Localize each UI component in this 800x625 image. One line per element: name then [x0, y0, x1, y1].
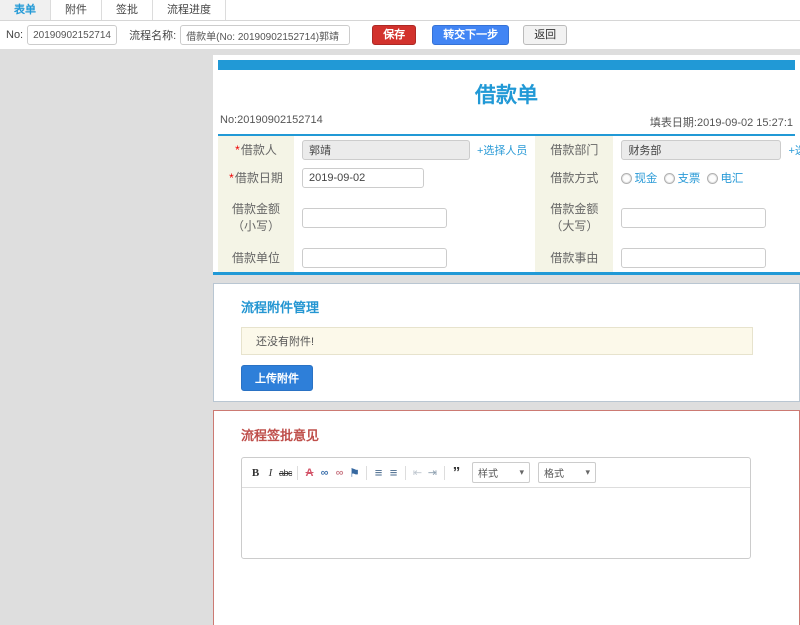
loan-date-input[interactable]	[302, 168, 424, 188]
tab-signoff[interactable]: 签批	[102, 0, 153, 20]
radio-icon	[621, 172, 633, 184]
attachment-heading: 流程附件管理	[241, 300, 320, 315]
radio-icon	[707, 172, 719, 184]
no-label: No:	[6, 29, 24, 41]
forward-next-step-button[interactable]: 转交下一步	[432, 25, 510, 45]
amount-small-label: 借款金额（小写）	[218, 192, 294, 244]
no-attachment-alert: 还没有附件!	[241, 327, 753, 355]
required-mark: *	[235, 142, 240, 157]
form-table: *借款人 +选择人员 借款部门 +选择部门 *借款日期	[218, 136, 800, 272]
radio-icon	[664, 172, 676, 184]
bold-icon[interactable]: B	[248, 465, 263, 481]
editor-content-area[interactable]	[242, 488, 750, 558]
loan-method-label: 借款方式	[535, 164, 614, 192]
form-date-text: 填表日期:2019-09-02 15:27:1	[649, 117, 793, 129]
select-person-link[interactable]: +选择人员	[477, 142, 527, 158]
tab-flow-progress[interactable]: 流程进度	[153, 0, 226, 20]
tab-form[interactable]: 表单	[0, 0, 51, 20]
toolbar-separator	[405, 465, 406, 480]
toolbar-separator	[444, 465, 445, 480]
main-column: 借款单 No:20190902152714 填表日期:2019-09-02 15…	[213, 49, 800, 625]
department-cell: +选择部门	[613, 136, 800, 164]
method-wire-radio[interactable]: 电汇	[707, 170, 743, 186]
form-top-bar	[218, 60, 795, 70]
form-title: 借款单	[475, 84, 538, 107]
bullet-list-icon[interactable]: ≡	[386, 465, 401, 481]
tab-bar: 表单 附件 签批 流程进度	[0, 0, 800, 21]
chevron-down-icon: ▾	[585, 467, 590, 477]
form-no-text: No:20190902152714	[220, 114, 323, 126]
method-cheque-radio[interactable]: 支票	[664, 170, 700, 186]
upload-attachment-button[interactable]: 上传附件	[241, 365, 313, 391]
outdent-icon[interactable]: ⇤	[410, 465, 425, 481]
loan-reason-cell	[613, 244, 800, 272]
unlink-icon[interactable]: ∞	[332, 465, 347, 481]
tab-attachments[interactable]: 附件	[51, 0, 102, 20]
borrower-cell: +选择人员	[294, 136, 535, 164]
loan-reason-input[interactable]	[621, 248, 767, 268]
signoff-panel: 流程签批意见 B I abc A ∞ ∞ ⚑ ≡ ≡ ⇤ ⇥ ” 样式 ▾ 格式…	[213, 410, 800, 625]
flow-name-input[interactable]	[180, 25, 351, 45]
borrower-label: *借款人	[218, 136, 294, 164]
loan-date-cell	[294, 164, 535, 192]
loan-unit-cell	[294, 244, 535, 272]
amount-big-cell	[613, 192, 800, 244]
toolbar-separator	[366, 465, 367, 480]
loan-method-cell: 现金 支票 电汇	[613, 164, 800, 192]
chevron-down-icon: ▾	[519, 467, 524, 477]
department-label: 借款部门	[535, 136, 614, 164]
amount-big-input[interactable]	[621, 208, 767, 228]
indent-icon[interactable]: ⇥	[425, 465, 440, 481]
required-mark: *	[229, 170, 234, 185]
richtext-editor: B I abc A ∞ ∞ ⚑ ≡ ≡ ⇤ ⇥ ” 样式 ▾ 格式 ▾	[241, 457, 751, 559]
loan-form-panel: 借款单 No:20190902152714 填表日期:2019-09-02 15…	[213, 55, 800, 275]
amount-small-cell	[294, 192, 535, 244]
toolbar: No: 流程名称: 保存 转交下一步 返回	[0, 21, 800, 50]
remove-format-icon[interactable]: A	[302, 465, 317, 481]
italic-icon[interactable]: I	[263, 465, 278, 481]
loan-unit-input[interactable]	[302, 248, 447, 268]
amount-big-label: 借款金额（大写）	[535, 192, 614, 244]
attachment-panel: 流程附件管理 还没有附件! 上传附件	[213, 283, 800, 402]
link-icon[interactable]: ∞	[317, 465, 332, 481]
blockquote-icon[interactable]: ”	[449, 465, 464, 480]
numbered-list-icon[interactable]: ≡	[371, 465, 386, 481]
department-input[interactable]	[621, 140, 782, 160]
form-meta-row: No:20190902152714 填表日期:2019-09-02 15:27:…	[218, 114, 795, 136]
method-cash-radio[interactable]: 现金	[621, 170, 657, 186]
borrower-input[interactable]	[302, 140, 470, 160]
save-button[interactable]: 保存	[372, 25, 417, 45]
flow-name-label: 流程名称:	[129, 30, 177, 42]
loan-date-label: *借款日期	[218, 164, 294, 192]
signoff-heading: 流程签批意见	[241, 428, 320, 443]
select-department-link[interactable]: +选择部门	[788, 142, 800, 158]
page-background: 借款单 No:20190902152714 填表日期:2019-09-02 15…	[0, 49, 800, 625]
style-dropdown[interactable]: 样式 ▾	[472, 462, 530, 483]
loan-unit-label: 借款单位	[218, 244, 294, 272]
toolbar-separator	[297, 465, 298, 480]
strikethrough-icon[interactable]: abc	[278, 465, 293, 481]
amount-small-input[interactable]	[302, 208, 447, 228]
editor-toolbar: B I abc A ∞ ∞ ⚑ ≡ ≡ ⇤ ⇥ ” 样式 ▾ 格式 ▾	[242, 458, 750, 488]
no-input[interactable]	[27, 25, 118, 45]
loan-reason-label: 借款事由	[535, 244, 614, 272]
back-button[interactable]: 返回	[523, 25, 568, 45]
flag-icon[interactable]: ⚑	[347, 465, 362, 481]
format-dropdown[interactable]: 格式 ▾	[538, 462, 596, 483]
